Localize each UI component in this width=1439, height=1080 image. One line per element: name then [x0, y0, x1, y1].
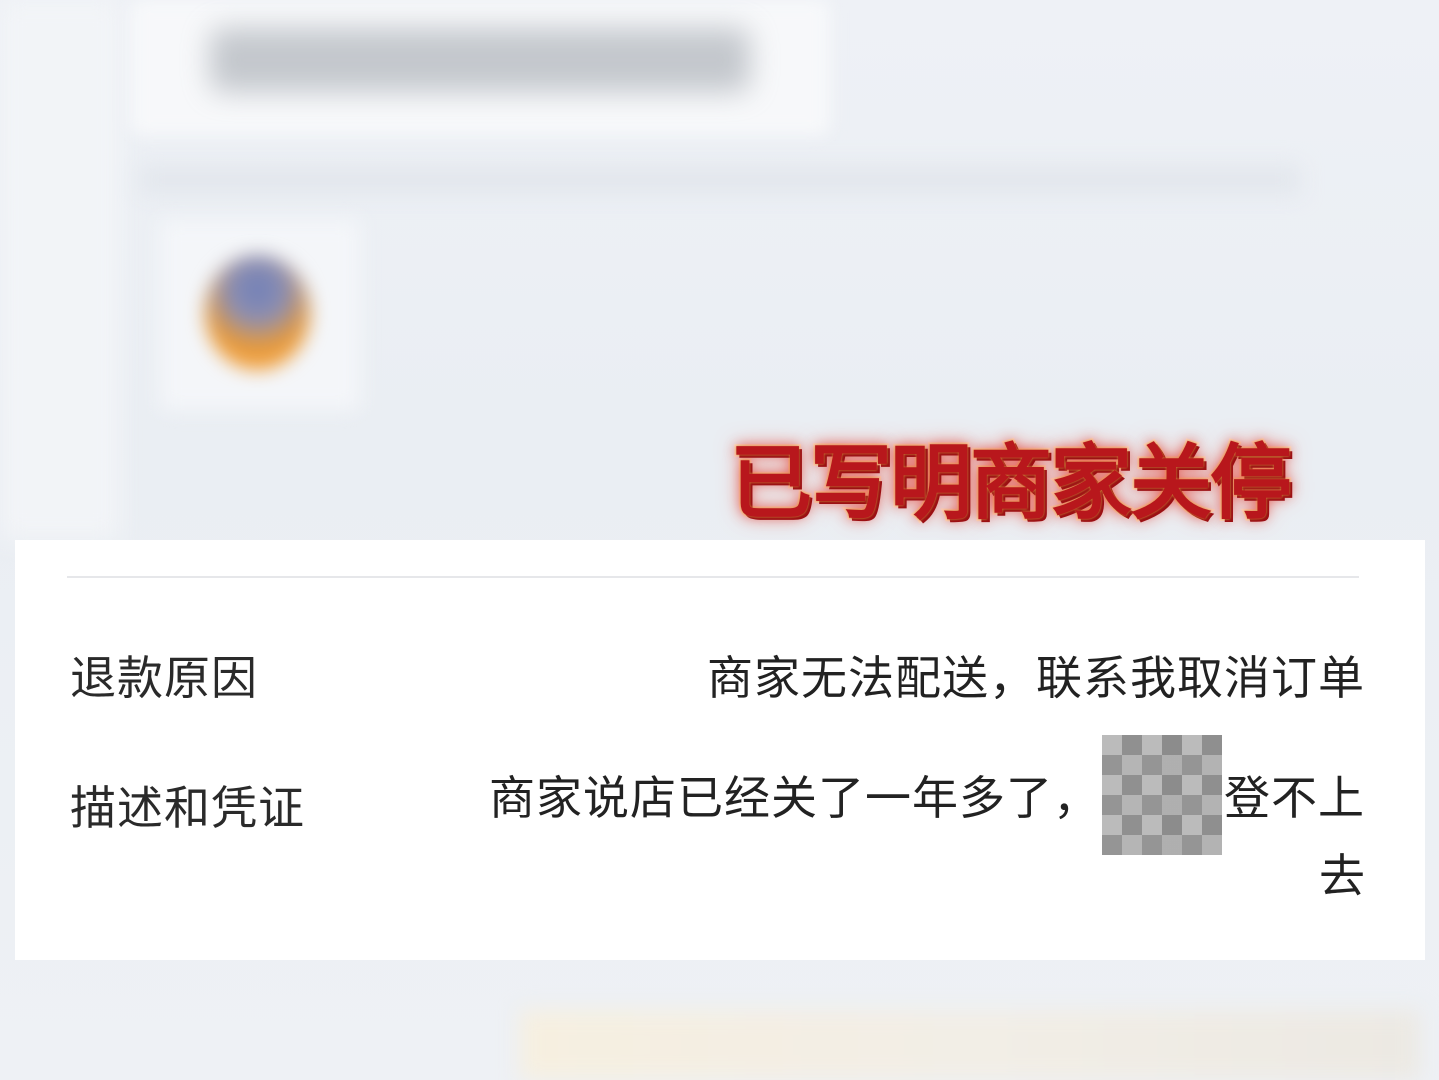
blurred-side-area — [0, 0, 120, 540]
blurred-title — [210, 28, 750, 92]
mosaic-redaction — [1102, 735, 1222, 855]
refund-details-card: 退款原因 商家无法配送，联系我取消订单 描述和凭证 商家说店已经关了一年多了， … — [15, 540, 1425, 960]
overlay-caption: 已写明商家关停 — [728, 434, 1294, 533]
card-divider — [67, 576, 1359, 578]
description-label: 描述和凭证 — [70, 781, 305, 835]
description-text-tail: 去 — [1319, 849, 1365, 903]
screenshot-stage: 已写明商家关停 退款原因 商家无法配送，联系我取消订单 描述和凭证 商家说店已经… — [0, 0, 1439, 1080]
blurred-bottom-area — [520, 1010, 1420, 1080]
description-text-before: 商家说店已经关了一年多了， — [489, 771, 1100, 825]
avatar — [205, 255, 310, 370]
description-value: 商家说店已经关了一年多了， 登不上 — [489, 735, 1365, 855]
blurred-divider — [140, 165, 1300, 195]
refund-reason-label: 退款原因 — [70, 651, 258, 705]
refund-reason-value: 商家无法配送，联系我取消订单 — [707, 651, 1365, 705]
description-text-after: 登不上 — [1224, 771, 1365, 825]
